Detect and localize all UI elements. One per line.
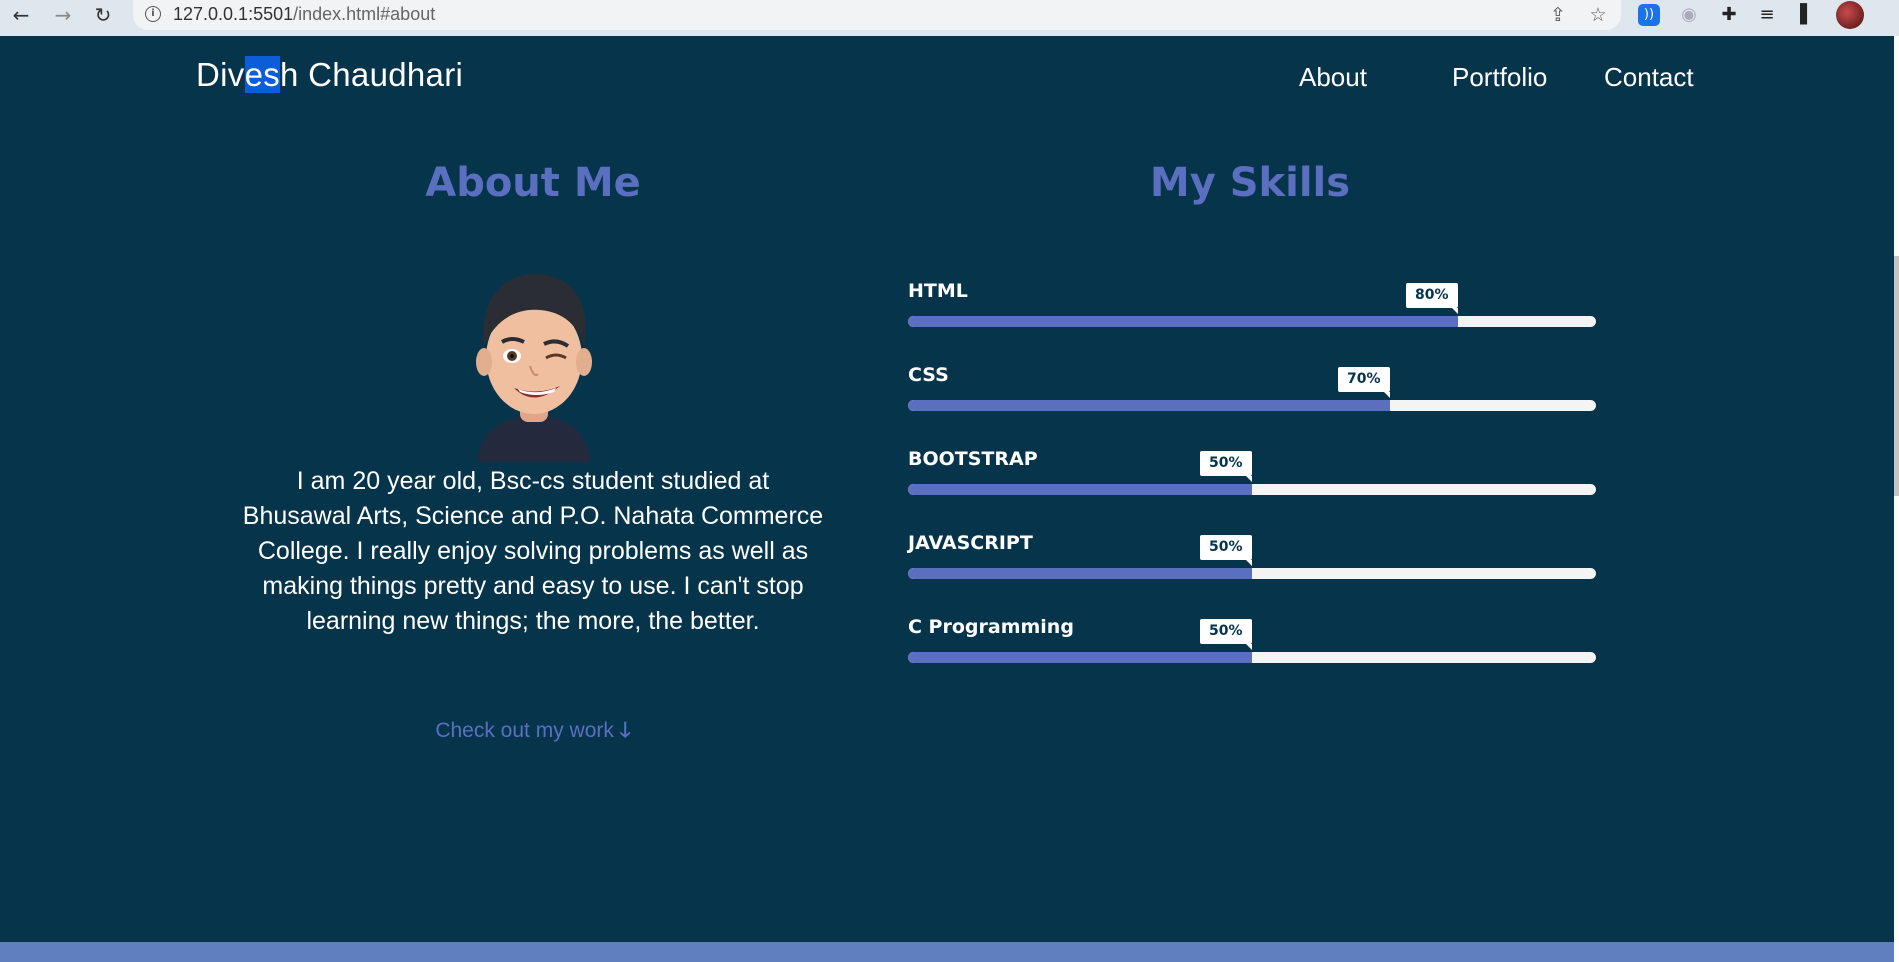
portfolio-page: Divesh Chaudhari About Portfolio Contact… [0, 36, 1894, 962]
skill-percent-badge: 80% [1406, 283, 1458, 314]
back-icon[interactable]: ← [8, 2, 34, 28]
brand-text-end: h Chaudhari [280, 56, 464, 93]
skill-progress-fill [908, 316, 1458, 327]
skill-progress-fill [908, 484, 1252, 495]
skill-progress-fill [908, 568, 1252, 579]
extension-grey-icon[interactable]: ◉ [1676, 2, 1702, 28]
about-description: I am 20 year old, Bsc-cs student studied… [242, 467, 824, 635]
forward-icon[interactable]: → [50, 2, 76, 28]
nav-link-contact[interactable]: Contact [1604, 62, 1694, 93]
skill-name: C Programming [908, 616, 1074, 638]
scrollbar-thumb[interactable] [1894, 256, 1899, 496]
extension-icon[interactable]: )) [1638, 4, 1660, 26]
nav-link-about[interactable]: About [1299, 62, 1367, 93]
about-title: About Me [425, 160, 641, 206]
skill-progress-track [908, 568, 1596, 579]
skill-name: JAVASCRIPT [908, 532, 1033, 554]
bookmark-star-icon[interactable]: ☆ [1586, 3, 1610, 27]
skill-name: HTML [908, 280, 968, 302]
skill-progress-track [908, 484, 1596, 495]
skill-progress-fill [908, 400, 1390, 411]
browser-toolbar: ← → ↻ i 127.0.0.1:5501/index.html#about … [0, 0, 1899, 36]
page-scrollbar[interactable] [1894, 36, 1899, 962]
reload-icon[interactable]: ↻ [90, 2, 116, 28]
skill-percent-badge: 70% [1338, 367, 1390, 398]
skill-progress-track [908, 652, 1596, 663]
media-control-icon[interactable]: ≡ [1754, 2, 1780, 28]
skill-item: C Programming 50% [908, 616, 1596, 676]
share-icon[interactable]: ⇪ [1546, 3, 1570, 27]
skill-name: BOOTSTRAP [908, 448, 1038, 470]
next-section-band [0, 942, 1894, 962]
memoji-avatar [476, 273, 592, 462]
url-path: /index.html#about [293, 4, 436, 24]
skill-progress-fill [908, 652, 1252, 663]
address-bar[interactable]: i 127.0.0.1:5501/index.html#about ⇪ ☆ [133, 0, 1621, 30]
skill-progress-track [908, 316, 1596, 327]
brand-text-selected: es [244, 56, 281, 93]
url-text[interactable]: 127.0.0.1:5501/index.html#about [173, 4, 435, 25]
arrow-down-icon: 🡓 [619, 719, 631, 742]
skill-item: JAVASCRIPT 50% [908, 532, 1596, 592]
skill-percent-badge: 50% [1200, 535, 1252, 566]
cta-label: Check out my work [435, 719, 614, 742]
skill-item: BOOTSTRAP 50% [908, 448, 1596, 508]
skill-item: CSS 70% [908, 364, 1596, 424]
nav-link-portfolio[interactable]: Portfolio [1452, 62, 1547, 93]
skill-percent-badge: 50% [1200, 451, 1252, 482]
extensions-puzzle-icon[interactable]: ✚ [1716, 2, 1742, 28]
profile-avatar[interactable] [1836, 1, 1864, 29]
skills-title: My Skills [1149, 160, 1351, 206]
skill-percent-badge: 50% [1200, 619, 1252, 650]
skill-name: CSS [908, 364, 949, 386]
check-out-work-link[interactable]: Check out my work 🡓 [390, 716, 676, 751]
brand-name[interactable]: Divesh Chaudhari [196, 56, 463, 94]
skill-item: HTML 80% [908, 280, 1596, 340]
site-info-icon[interactable]: i [145, 6, 161, 22]
skill-progress-track [908, 400, 1596, 411]
side-panel-icon[interactable]: ▌ [1794, 2, 1820, 28]
url-host: 127.0.0.1:5501 [173, 4, 294, 24]
brand-text-start: Div [196, 56, 245, 93]
